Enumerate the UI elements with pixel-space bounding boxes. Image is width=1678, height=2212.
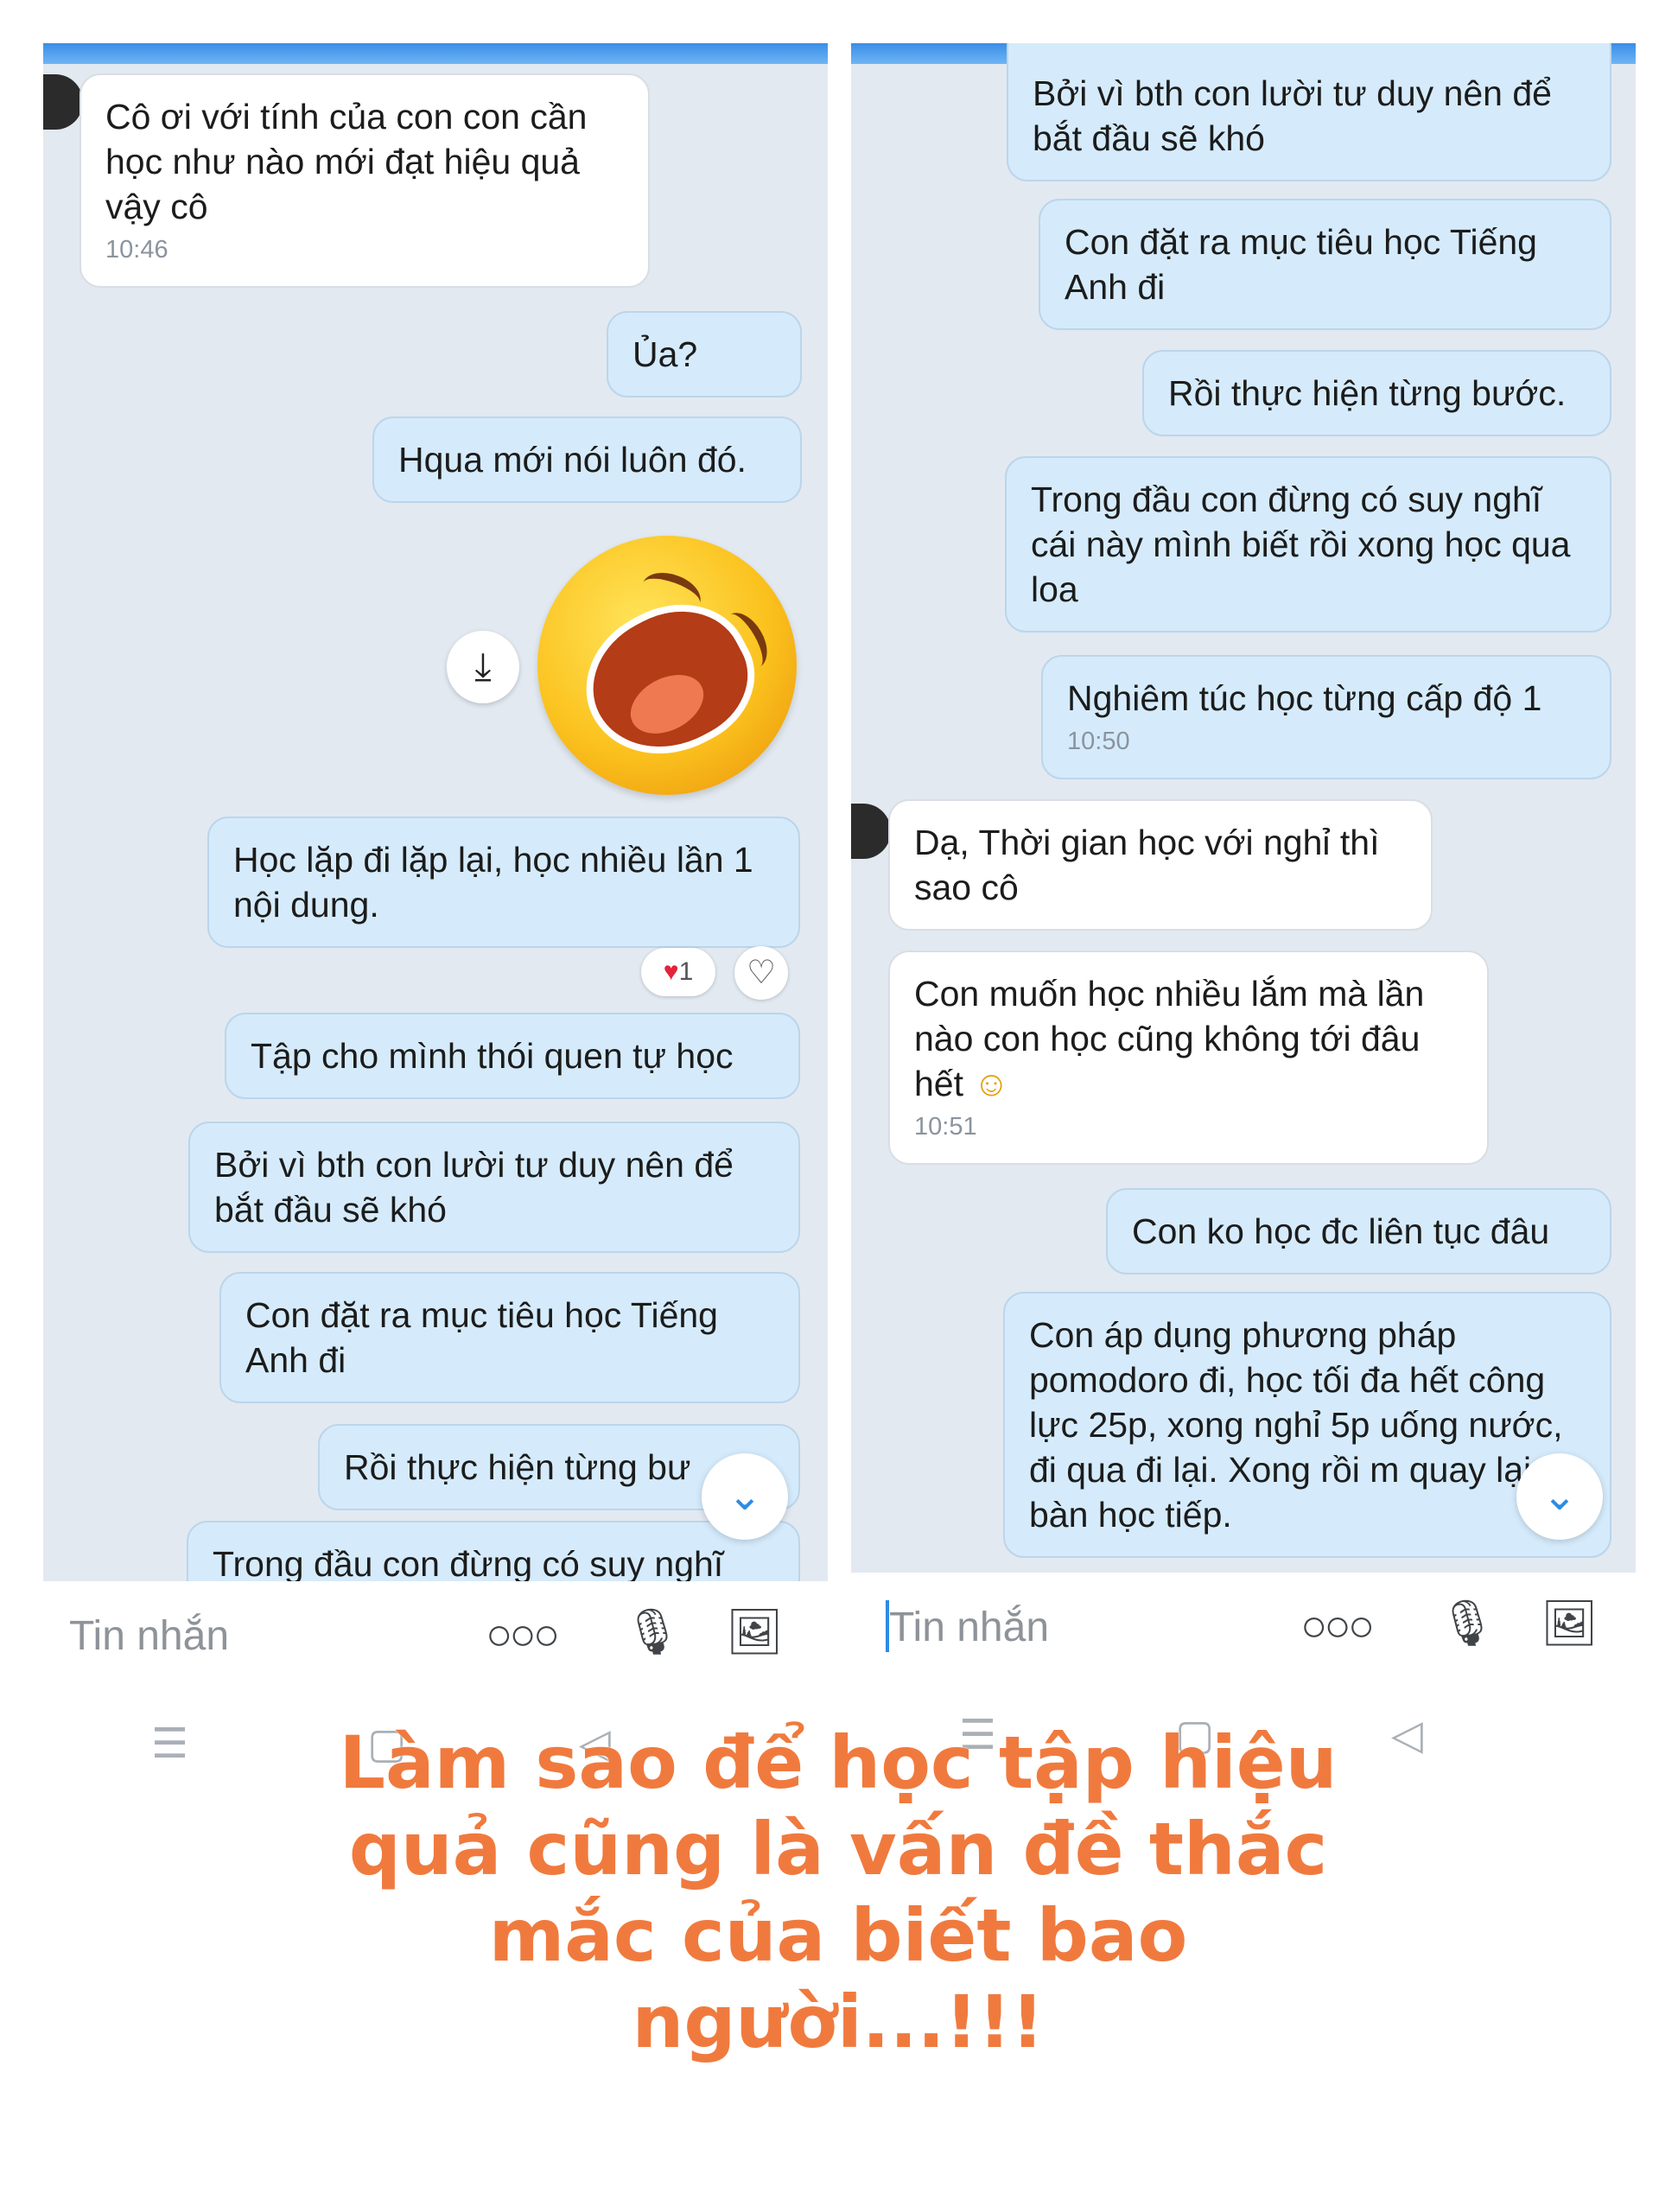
message-bubble-sent[interactable]: Trong đầu con đừng có suy nghĩ [187, 1521, 800, 1581]
message-bubble-sent[interactable]: Bởi vì bth con lười tư duy nên để bắt đầ… [188, 1122, 800, 1253]
message-bubble-sent[interactable]: Ủa? [607, 311, 802, 397]
message-bubble-sent[interactable]: Hqua mới nói luôn đó. [372, 416, 802, 503]
message-input-row: Tin nhắn ○○○ 🎙 🖼 [851, 1581, 1636, 1676]
more-icon[interactable]: ○○○ [1300, 1600, 1375, 1652]
left-chat-screenshot: Cô ơi với tính của con con cần học như n… [43, 43, 828, 1581]
avatar [851, 804, 891, 859]
message-bubble-sent[interactable]: Con áp dụng phương pháp pomodoro đi, học… [1003, 1292, 1611, 1558]
message-bubble-sent[interactable]: Con đặt ra mục tiêu học Tiếng Anh đi [219, 1272, 800, 1403]
message-time: 10:46 [105, 236, 168, 264]
image-icon[interactable]: 🖼 [726, 1605, 783, 1658]
message-text: Tập cho mình thói quen tự học [251, 1036, 734, 1076]
laughing-sticker[interactable] [537, 536, 797, 795]
message-text: Con đặt ra mục tiêu học Tiếng Anh đi [245, 1295, 718, 1380]
reaction-count: 1 [678, 957, 694, 986]
reaction-badge[interactable]: ♥1 [641, 948, 715, 996]
scroll-down-button[interactable]: ⌄ [702, 1453, 788, 1540]
message-text: Con áp dụng phương pháp pomodoro đi, học… [1029, 1315, 1563, 1535]
message-bubble-sent[interactable]: Học lặp đi lặp lại, học nhiều lần 1 nội … [207, 817, 800, 948]
microphone-icon[interactable]: 🎙 [1439, 1597, 1496, 1649]
message-text: Trong đầu con đừng có suy nghĩ [213, 1544, 724, 1581]
smile-emoji: ☺ [973, 1064, 1010, 1103]
download-button[interactable]: ⤓ [447, 631, 519, 703]
message-text: Con ko học đc liên tục đâu [1132, 1211, 1550, 1251]
message-text: Rồi thực hiện từng bư [344, 1447, 691, 1487]
message-text: Rồi thực hiện từng bước. [1168, 373, 1567, 413]
message-text: Cô ơi với tính của con con cần học như n… [105, 97, 588, 226]
image-icon[interactable]: 🖼 [1541, 1597, 1598, 1649]
message-bubble-received[interactable]: Cô ơi với tính của con con cần học như n… [79, 73, 650, 288]
heart-icon: ♥ [663, 957, 679, 986]
message-input-row: Tin nhắn ○○○ 🎙 🖼 [43, 1590, 828, 1685]
header-bar [43, 43, 828, 64]
menu-icon[interactable]: ☰ [151, 1719, 188, 1768]
message-text: Nghiêm túc học từng cấp độ 1 [1067, 678, 1542, 718]
message-text: Hqua mới nói luôn đó. [398, 440, 747, 480]
message-bubble-sent[interactable]: Con đặt ra mục tiêu học Tiếng Anh đi [1039, 199, 1611, 330]
message-bubble-sent[interactable]: Tập cho mình thói quen tự học [225, 1013, 800, 1099]
message-bubble-sent[interactable]: Nghiêm túc học từng cấp độ 1 10:50 [1041, 655, 1611, 779]
message-bubble-sent[interactable]: Bởi vì bth con lười tư duy nên để bắt đầ… [1007, 43, 1611, 181]
more-icon[interactable]: ○○○ [486, 1609, 560, 1661]
message-text: Ủa? [632, 334, 698, 374]
message-time: 10:51 [914, 1113, 977, 1141]
microphone-icon[interactable]: 🎙 [624, 1605, 681, 1658]
message-bubble-sent[interactable]: Con ko học đc liên tục đâu [1106, 1188, 1611, 1274]
message-input[interactable]: Tin nhắn [69, 1612, 229, 1660]
message-bubble-sent[interactable]: Trong đầu con đừng có suy nghĩ cái này m… [1005, 456, 1611, 632]
scroll-down-button[interactable]: ⌄ [1516, 1453, 1603, 1540]
message-bubble-received[interactable]: Dạ, Thời gian học với nghỉ thì sao cô [888, 799, 1433, 931]
back-icon[interactable]: ◁ [1391, 1711, 1423, 1759]
message-text: Học lặp đi lặp lại, học nhiều lần 1 nội … [233, 840, 753, 925]
react-heart-button[interactable]: ♡ [734, 946, 788, 1000]
message-time: 10:50 [1067, 728, 1130, 755]
message-text: Dạ, Thời gian học với nghỉ thì sao cô [914, 823, 1380, 907]
message-bubble-received[interactable]: Con muốn học nhiều lắm mà lần nào con họ… [888, 950, 1489, 1165]
message-text: Con đặt ra mục tiêu học Tiếng Anh đi [1065, 222, 1537, 307]
message-text: Bởi vì bth con lười tư duy nên để bắt đầ… [214, 1145, 734, 1230]
message-text: Bởi vì bth con lười tư duy nên để bắt đầ… [1033, 73, 1552, 158]
message-text: Trong đầu con đừng có suy nghĩ cái này m… [1031, 480, 1571, 609]
message-input[interactable]: Tin nhắn [889, 1604, 1049, 1651]
right-chat-screenshot: Bởi vì bth con lười tư duy nên để bắt đầ… [851, 43, 1636, 1573]
avatar [43, 74, 83, 130]
message-bubble-sent[interactable]: Rồi thực hiện từng bước. [1142, 350, 1611, 436]
caption-text: Làm sao để học tập hiệu quả cũng là vấn … [339, 1720, 1338, 2064]
